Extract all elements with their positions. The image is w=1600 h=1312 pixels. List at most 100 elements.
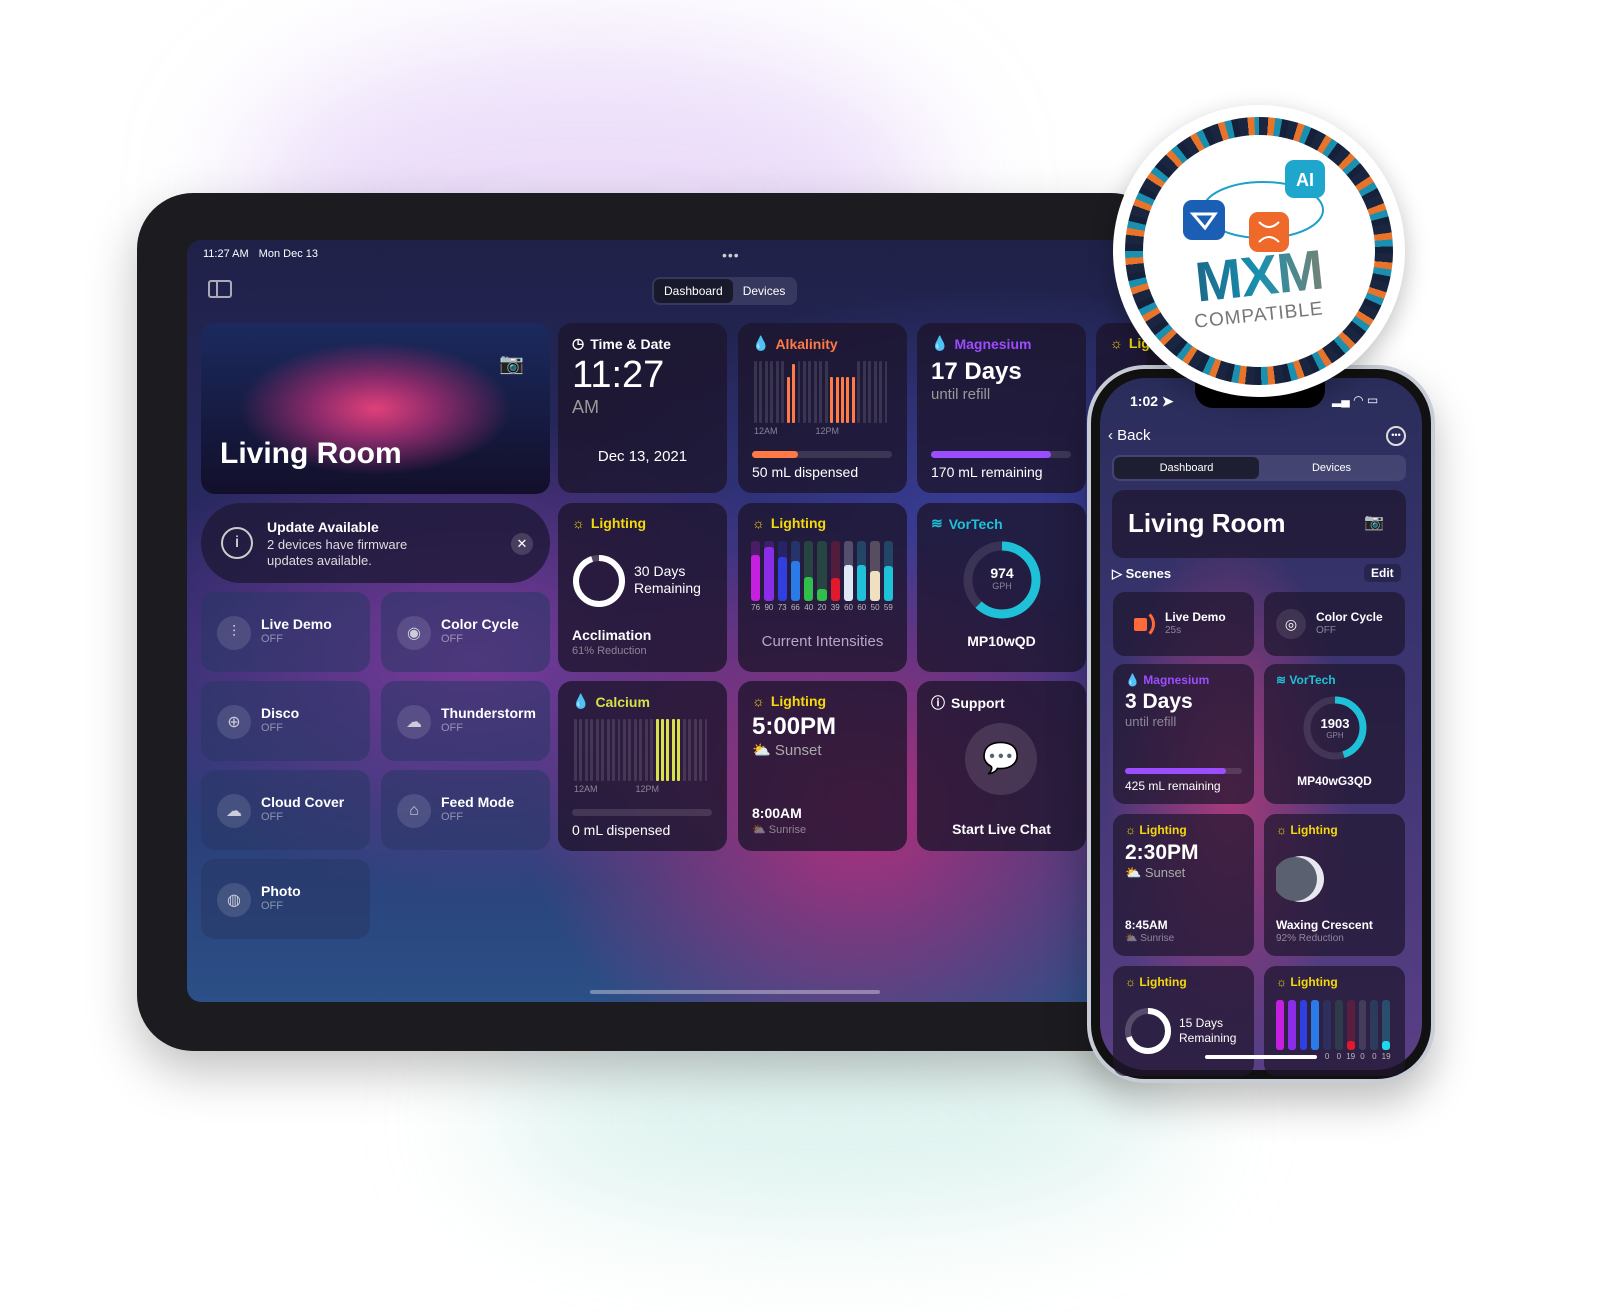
chat-bubble-icon[interactable]: 💬 <box>965 723 1037 795</box>
acclimation-days: 30 Days <box>634 563 686 579</box>
lighting-acclimation-card[interactable]: ☼ Lighting 30 Days Remaining Acclimation 6… <box>558 503 727 672</box>
intensity-value: 76 <box>751 603 761 612</box>
tab-dashboard[interactable]: Dashboard <box>1114 457 1259 479</box>
dose-bar <box>699 719 703 781</box>
scene-tile-color-cycle[interactable]: ◉ Color Cycle OFF <box>381 592 550 672</box>
globe-icon: ⊕ <box>217 705 251 739</box>
magnesium-progress <box>1125 768 1242 774</box>
vortech-flow: 1903 <box>1320 716 1350 731</box>
magnesium-sub: until refill <box>1125 714 1177 729</box>
scene-tile-photo[interactable]: ◍ Photo OFF <box>201 859 370 939</box>
acclimation-ring <box>1125 1008 1171 1054</box>
tab-devices[interactable]: Devices <box>733 279 796 303</box>
sidebar-toggle-icon[interactable] <box>208 280 232 298</box>
sliders-icon: ⫶ <box>217 616 251 650</box>
vortech-unit: GPH <box>1326 731 1344 740</box>
card-title: Alkalinity <box>775 335 838 352</box>
alkalinity-card[interactable]: 💧 Alkalinity 12AM 12PM 50 mL dispensed <box>738 323 907 493</box>
sunrise-label: Sunrise <box>768 824 807 836</box>
edit-button[interactable]: Edit <box>1364 564 1401 582</box>
feed-icon: ⌂ <box>397 794 431 828</box>
dose-bar <box>601 719 605 781</box>
support-card[interactable]: ⓘ Support 💬 Start Live Chat <box>917 681 1086 851</box>
phone-intensities-card[interactable]: ☼ Lighting 0 0 19 0 0 19 <box>1264 966 1405 1076</box>
acclimation-ring <box>573 555 625 607</box>
waves-icon: ≋ <box>931 515 943 531</box>
sunrise-icon: ⛅ <box>752 824 766 836</box>
phone-lighting-schedule-card[interactable]: ☼ Lighting 2:30PM ⛅ Sunset 8:45AM ⛅ Sunr… <box>1113 814 1254 956</box>
scene-tile-color-cycle[interactable]: ◎ Color Cycle OFF <box>1264 592 1405 656</box>
update-banner[interactable]: i Update Available 2 devices have firmwa… <box>201 503 550 583</box>
intensity-bar <box>1382 1040 1390 1050</box>
dose-bar <box>841 376 844 423</box>
magnesium-card[interactable]: 💧 Magnesium 17 Days until refill 170 mL r… <box>917 323 1086 493</box>
calcium-card[interactable]: 💧 Calcium 12AM 12PM 0 mL dispensed <box>558 681 727 851</box>
scene-tile-live-demo[interactable]: ⫶ Live Demo OFF <box>201 592 370 672</box>
tab-dashboard[interactable]: Dashboard <box>654 279 733 303</box>
back-button[interactable]: ‹ Back <box>1108 427 1151 444</box>
start-live-chat-button[interactable]: Start Live Chat <box>917 821 1086 837</box>
moon-reduction: 92% Reduction <box>1276 933 1344 944</box>
card-title: Support <box>951 695 1005 711</box>
phone-vortech-card[interactable]: ≋ VorTech 1903 GPH MP40wG3QD <box>1264 664 1405 804</box>
axis-label: 12AM <box>754 426 778 436</box>
intensity-value: 73 <box>777 603 787 612</box>
card-title: Lighting <box>770 693 827 709</box>
lighting-schedule-card[interactable]: ☼ Lighting 5:00PM ⛅ Sunset 8:00AM ⛅ Sunri… <box>738 681 907 851</box>
camera-icon[interactable]: 📷 <box>499 351 524 376</box>
lighting-intensities-card[interactable]: ☼ Lighting 76 90 73 66 40 20 39 60 60 50 59 Current… <box>738 503 907 672</box>
phone-magnesium-card[interactable]: 💧 Magnesium 3 Days until refill 425 mL r… <box>1113 664 1254 804</box>
magnesium-days: 17 Days <box>931 358 1022 385</box>
dose-bar <box>781 361 785 423</box>
tablet-tabs: Dashboard Devices <box>652 277 798 305</box>
intensity-bar <box>817 589 827 601</box>
phone-moon-card[interactable]: ☼ Lighting Waxing Crescent 92% Reduction <box>1264 814 1405 956</box>
sunrise-time: 8:45AM <box>1125 918 1168 932</box>
back-label: Back <box>1117 427 1151 444</box>
svg-text:AI: AI <box>1296 170 1314 190</box>
moon-phase-icon <box>1276 856 1324 902</box>
dose-bar <box>879 361 883 423</box>
scene-status: OFF <box>1316 625 1336 636</box>
intensity-value: 66 <box>790 603 800 612</box>
scene-tile-cloud-cover[interactable]: ☁ Cloud Cover OFF <box>201 770 370 850</box>
scene-name: Color Cycle <box>441 616 519 632</box>
sun-icon: ☼ <box>752 693 765 709</box>
update-title: Update Available <box>267 519 379 535</box>
scene-tile-thunderstorm[interactable]: ☁ Thunderstorm OFF <box>381 681 550 761</box>
camera-icon[interactable]: 📷 <box>1364 512 1384 532</box>
multitasking-dots-icon[interactable]: ••• <box>722 247 740 263</box>
hero-title: Living Room <box>220 437 402 470</box>
dose-bar <box>671 719 675 781</box>
dose-bar <box>682 719 686 781</box>
home-indicator <box>590 990 880 994</box>
intensity-bar <box>777 557 787 601</box>
sun-icon: ☼ <box>752 515 765 531</box>
scene-tile-live-demo[interactable]: Live Demo 25s <box>1113 592 1254 656</box>
time-date-card[interactable]: ◷ Time & Date 11:27 AM Dec 13, 2021 <box>558 323 727 493</box>
phone-home-indicator <box>1205 1055 1317 1059</box>
sunrise-label: Sunrise <box>1140 933 1175 944</box>
vortech-model: MP10wQD <box>967 633 1036 649</box>
scenes-header[interactable]: ▷ Scenes <box>1112 566 1171 582</box>
clock-ampm: AM <box>572 397 599 417</box>
status-date: Mon Dec 13 <box>258 248 318 260</box>
close-icon[interactable]: ✕ <box>511 533 533 555</box>
vortech-model: MP40wG3QD <box>1297 774 1372 788</box>
card-title: ☼ Lighting <box>1276 975 1338 989</box>
intensity-value: 39 <box>830 603 840 612</box>
photo-icon: ◍ <box>217 883 251 917</box>
scene-tile-feed-mode[interactable]: ⌂ Feed Mode OFF <box>381 770 550 850</box>
acclimation-days: 15 Days <box>1179 1016 1224 1030</box>
phone-acclimation-card[interactable]: ☼ Lighting 15 Days Remaining <box>1113 966 1254 1076</box>
card-title: VorTech <box>948 515 1003 532</box>
card-title: 💧 Magnesium <box>1125 673 1210 687</box>
intensity-bar <box>790 561 801 601</box>
more-icon[interactable]: ••• <box>1386 426 1406 446</box>
vortech-unit: GPH <box>992 581 1012 591</box>
scene-tile-disco[interactable]: ⊕ Disco OFF <box>201 681 370 761</box>
phone-hero-card[interactable]: Living Room 📷 <box>1112 490 1406 558</box>
hero-card[interactable]: 📷 Living Room <box>201 323 550 494</box>
tab-devices[interactable]: Devices <box>1259 457 1404 479</box>
vortech-card[interactable]: ≋ VorTech 974 GPH MP10wQD <box>917 503 1086 672</box>
